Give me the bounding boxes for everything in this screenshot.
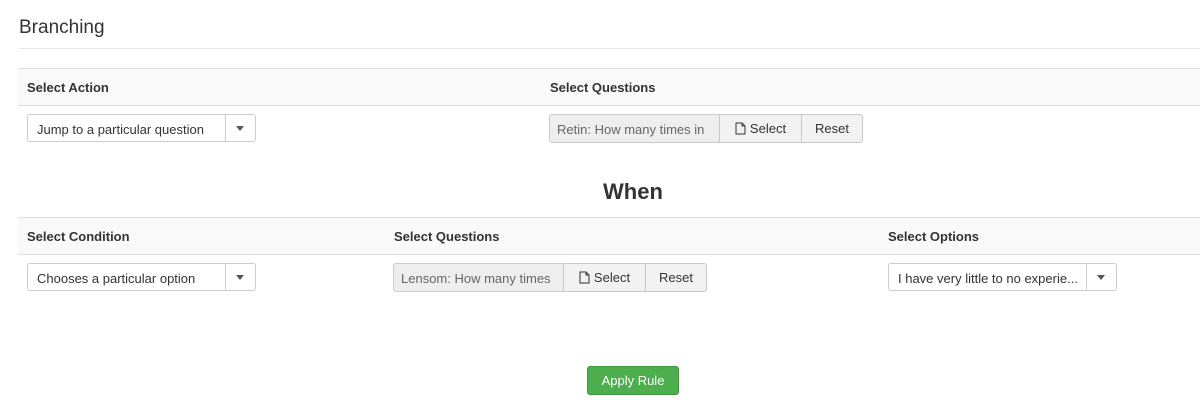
action-question-select-button[interactable]: Select: [719, 114, 802, 143]
reset-button-label: Reset: [815, 121, 849, 136]
select-button-label: Select: [593, 270, 631, 285]
select-questions-header: Select Questions: [394, 229, 500, 244]
action-select[interactable]: Jump to a particular question: [27, 114, 256, 142]
condition-question-input[interactable]: Lensom: How many times: [393, 263, 564, 292]
options-select-value: I have very little to no experie...: [898, 271, 1078, 286]
action-question-group: Retin: How many times in Select Reset: [549, 114, 863, 143]
select-action-header: Select Action: [27, 80, 109, 95]
action-select-toggle[interactable]: [225, 115, 255, 141]
select-condition-header: Select Condition: [27, 229, 130, 244]
condition-question-reset-button[interactable]: Reset: [645, 263, 707, 292]
action-question-reset-button[interactable]: Reset: [801, 114, 863, 143]
caret-down-icon: [1097, 275, 1105, 280]
condition-select[interactable]: Chooses a particular option: [27, 263, 256, 291]
reset-button-label: Reset: [659, 270, 693, 285]
select-questions-header: Select Questions: [550, 80, 656, 95]
file-icon: [579, 271, 590, 284]
caret-down-icon: [236, 275, 244, 280]
options-select-toggle[interactable]: [1086, 264, 1116, 290]
select-button-label: Select: [749, 121, 787, 136]
action-question-input[interactable]: Retin: How many times in: [549, 114, 720, 143]
page-title: Branching: [19, 17, 105, 38]
condition-table-header: Select Condition Select Questions Select…: [18, 217, 1200, 255]
select-options-header: Select Options: [888, 229, 980, 244]
caret-down-icon: [236, 126, 244, 131]
condition-question-select-button[interactable]: Select: [563, 263, 646, 292]
action-table-header: Select Action Select Questions: [18, 68, 1200, 106]
apply-rule-button[interactable]: Apply Rule: [587, 366, 679, 395]
condition-select-toggle[interactable]: [225, 264, 255, 290]
options-select[interactable]: I have very little to no experie...: [888, 263, 1117, 291]
file-icon: [735, 122, 746, 135]
condition-select-value: Chooses a particular option: [37, 271, 196, 286]
condition-question-group: Lensom: How many times Select Reset: [393, 263, 707, 292]
when-heading: When: [603, 179, 663, 204]
action-select-value: Jump to a particular question: [37, 122, 204, 137]
title-divider: [19, 48, 1200, 49]
